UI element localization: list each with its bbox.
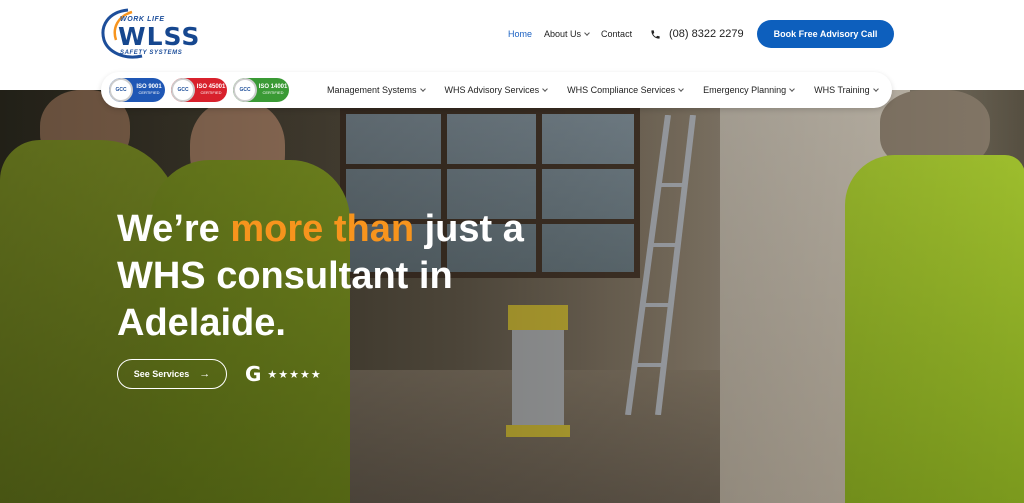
services-menu: Management Systems WHS Advisory Services… (327, 72, 898, 108)
chevron-down-icon (872, 86, 879, 92)
badge-subtitle: CERTIFIED (262, 90, 284, 95)
menu-whs-compliance-services[interactable]: WHS Compliance Services (567, 85, 684, 95)
chevron-down-icon (789, 86, 796, 92)
gcc-seal-icon: GCC (109, 78, 133, 102)
iso-9001-badge[interactable]: GCC ISO 9001 CERTIFIED (109, 78, 165, 102)
chevron-down-icon (678, 86, 684, 92)
chevron-down-icon (419, 86, 426, 92)
hero-headline: We’re more than just a WHS consultant in… (117, 206, 537, 347)
google-icon: G (245, 362, 262, 386)
phone-number: (08) 8322 2279 (669, 28, 744, 40)
phone-link[interactable]: (08) 8322 2279 (650, 28, 744, 40)
wlss-logo[interactable]: WORK LIFE WLSS SAFETY SYSTEMS (98, 6, 201, 60)
chevron-down-icon (542, 86, 548, 92)
menu-item-label: Management Systems (327, 85, 417, 95)
services-navbar: GCC ISO 9001 CERTIFIED GCC ISO 45001 CERTI… (101, 72, 892, 108)
nav-contact-label: Contact (601, 29, 633, 39)
menu-item-label: WHS Training (814, 85, 870, 95)
gcc-seal-icon: GCC (233, 78, 257, 102)
rating-stars-icon: ★★★★★ (267, 368, 322, 381)
nav-about-us[interactable]: About Us (544, 29, 590, 39)
nav-home-label: Home (508, 29, 533, 39)
menu-item-label: WHS Compliance Services (567, 85, 676, 95)
nav-home[interactable]: Home (508, 29, 532, 39)
top-navigation: Home About Us Contact (508, 29, 644, 39)
book-advisory-call-button[interactable]: Book Free Advisory Call (757, 20, 894, 48)
logo-brand: WLSS (118, 22, 201, 51)
logo-subtitle: SAFETY SYSTEMS (120, 50, 183, 56)
phone-icon (651, 29, 660, 39)
badge-subtitle: CERTIFIED (138, 90, 160, 95)
gcc-seal-icon: GCC (171, 78, 195, 102)
nav-contact[interactable]: Contact (601, 29, 632, 39)
iso-14001-badge[interactable]: GCC ISO 14001 CERTIFIED (233, 78, 289, 102)
nav-about-label: About Us (544, 29, 582, 39)
see-services-button[interactable]: See Services → (117, 359, 227, 389)
iso-45001-badge[interactable]: GCC ISO 45001 CERTIFIED (171, 78, 227, 102)
badge-subtitle: CERTIFIED (200, 90, 222, 95)
see-services-label: See Services (133, 369, 190, 379)
arrow-right-icon: → (199, 368, 211, 380)
menu-item-label: WHS Advisory Services (444, 85, 540, 95)
google-rating[interactable]: G ★★★★★ (245, 362, 322, 386)
menu-management-systems[interactable]: Management Systems (327, 85, 426, 95)
menu-whs-advisory-services[interactable]: WHS Advisory Services (445, 85, 548, 95)
menu-item-label: Emergency Planning (703, 85, 787, 95)
menu-emergency-planning[interactable]: Emergency Planning (703, 85, 796, 95)
headline-accent: more than (230, 208, 415, 250)
chevron-down-icon (584, 30, 590, 36)
menu-whs-training[interactable]: WHS Training (814, 85, 879, 95)
headline-pre: We’re (117, 208, 231, 250)
